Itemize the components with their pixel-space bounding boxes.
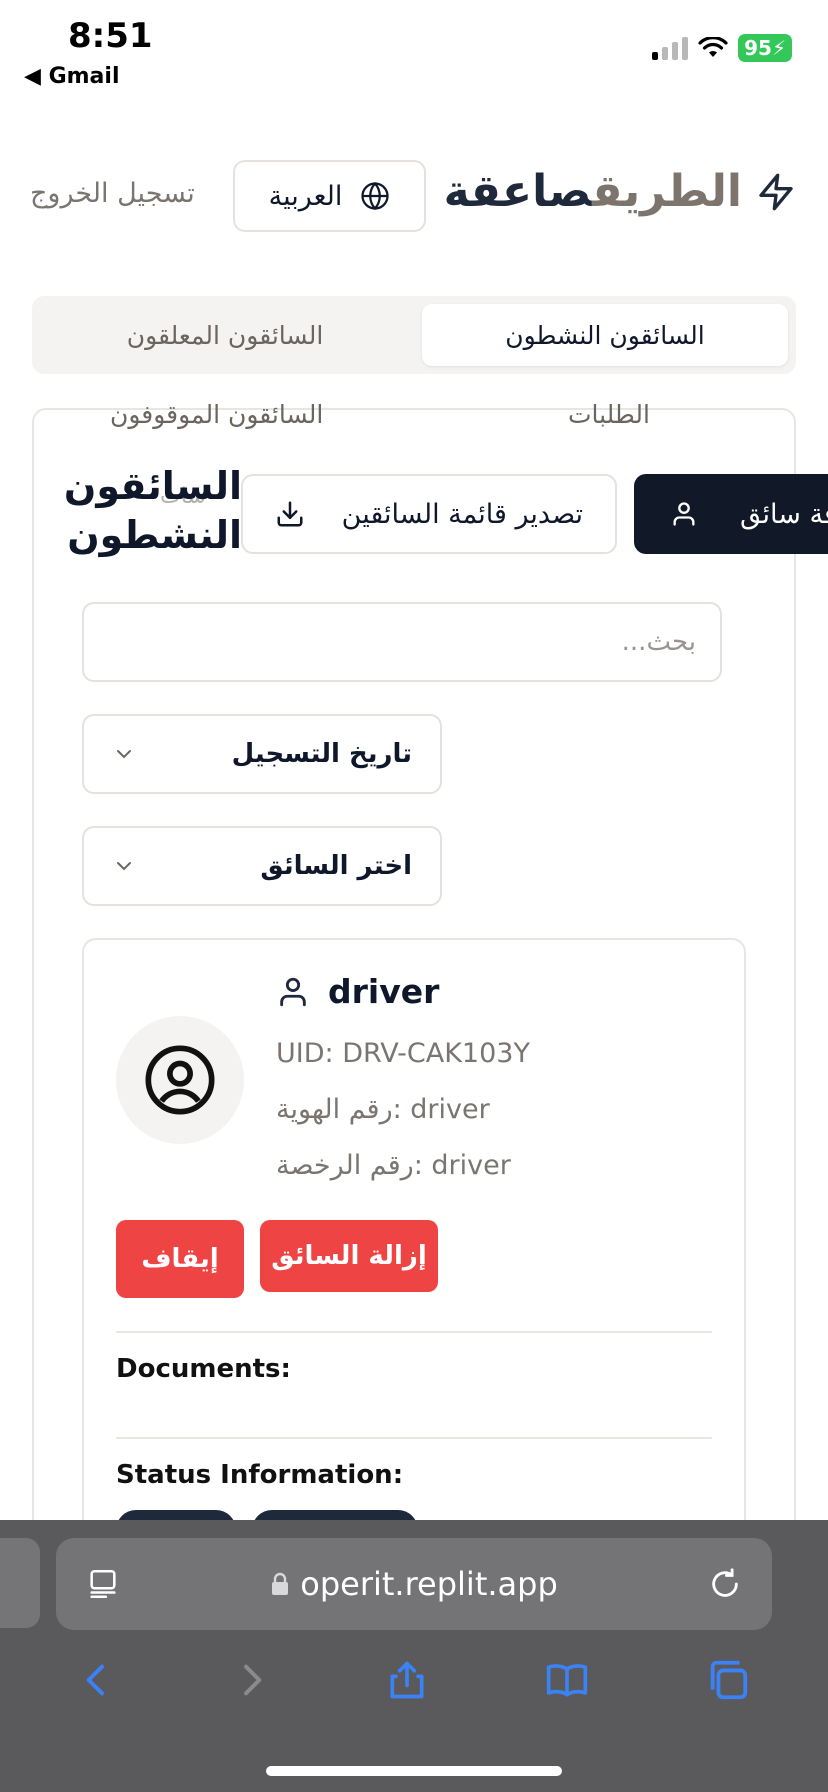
logout-link[interactable]: تسجيل الخروج bbox=[30, 178, 195, 209]
tab-suspended-drivers[interactable]: السائقون المعلقون bbox=[40, 304, 410, 366]
chevron-down-icon bbox=[117, 862, 131, 871]
driver-name: driver bbox=[328, 972, 440, 1011]
export-drivers-button[interactable]: تصدير قائمة السائقين bbox=[241, 474, 617, 554]
chevron-down-icon bbox=[117, 750, 131, 759]
share-icon[interactable] bbox=[385, 1656, 429, 1704]
download-icon bbox=[277, 501, 303, 527]
user-icon bbox=[673, 502, 695, 526]
driver-name-row: driver bbox=[276, 972, 439, 1011]
divider bbox=[116, 1437, 712, 1439]
brand-logo: الطريقصاعقة bbox=[444, 166, 796, 217]
export-button-label: تصدير قائمة السائقين bbox=[341, 498, 583, 530]
reader-mode-icon[interactable] bbox=[86, 1567, 120, 1601]
lightning-icon bbox=[759, 173, 793, 210]
status-information-label: Status Information: bbox=[116, 1460, 404, 1490]
brand-title: الطريقصاعقة bbox=[444, 166, 742, 217]
registration-date-select[interactable]: تاريخ التسجيل bbox=[82, 714, 442, 794]
safari-toolbar bbox=[0, 1640, 828, 1720]
previous-tab-preview[interactable] bbox=[0, 1538, 40, 1628]
choose-driver-label: اختر السائق bbox=[260, 851, 412, 881]
status-time: 8:51 bbox=[68, 16, 153, 56]
language-button[interactable]: العربية bbox=[233, 160, 426, 232]
wifi-icon bbox=[698, 37, 728, 57]
driver-tabs: السائقون المعلقون السائقون النشطون bbox=[32, 296, 796, 374]
back-icon[interactable] bbox=[77, 1658, 117, 1702]
add-driver-button[interactable]: افة سائق bbox=[634, 474, 828, 554]
brand-title-part2: الطريق bbox=[591, 166, 742, 217]
language-label: العربية bbox=[268, 180, 343, 212]
address-bar[interactable]: operit.replit.app bbox=[56, 1538, 772, 1630]
divider bbox=[116, 1331, 712, 1333]
stop-driver-button[interactable]: إيقاف bbox=[116, 1220, 244, 1298]
forward-icon[interactable] bbox=[231, 1658, 271, 1702]
battery-icon: 95⚡ bbox=[738, 34, 792, 62]
url-text: operit.replit.app bbox=[300, 1565, 558, 1603]
avatar bbox=[116, 1016, 244, 1144]
documents-label: Documents: bbox=[116, 1354, 291, 1384]
tab-requests[interactable]: الطلبات bbox=[568, 400, 650, 429]
tab-stopped-drivers[interactable]: السائقون الموقوفون bbox=[110, 400, 323, 429]
bookmarks-icon[interactable] bbox=[543, 1658, 591, 1702]
driver-uid: UID: DRV-CAK103Y bbox=[276, 1038, 530, 1069]
lock-icon bbox=[272, 1572, 289, 1595]
reload-icon[interactable] bbox=[708, 1567, 742, 1601]
brand-title-part1: صاعقة bbox=[443, 166, 592, 217]
user-circle-icon bbox=[145, 1045, 215, 1115]
page-title: السائقون النشطون bbox=[63, 464, 242, 558]
add-driver-label: افة سائق bbox=[740, 498, 828, 530]
tab-active-drivers[interactable]: السائقون النشطون bbox=[422, 304, 788, 366]
search-input[interactable] bbox=[82, 602, 722, 682]
user-icon bbox=[280, 977, 306, 1006]
status-indicators: 95⚡ bbox=[652, 34, 792, 62]
back-to-app-link[interactable]: ◀ Gmail bbox=[24, 64, 120, 89]
tabs-icon[interactable] bbox=[705, 1657, 751, 1703]
cellular-signal-icon bbox=[652, 36, 689, 60]
home-indicator bbox=[266, 1766, 562, 1776]
globe-icon bbox=[361, 181, 390, 211]
driver-license-number: رقم الرخصة: driver bbox=[276, 1150, 511, 1181]
remove-driver-button[interactable]: إزالة السائق bbox=[260, 1220, 438, 1292]
driver-id-number: رقم الهوية: driver bbox=[276, 1094, 490, 1125]
registration-date-label: تاريخ التسجيل bbox=[231, 739, 412, 769]
battery-level: 95 bbox=[744, 36, 772, 60]
choose-driver-select[interactable]: اختر السائق bbox=[82, 826, 442, 906]
